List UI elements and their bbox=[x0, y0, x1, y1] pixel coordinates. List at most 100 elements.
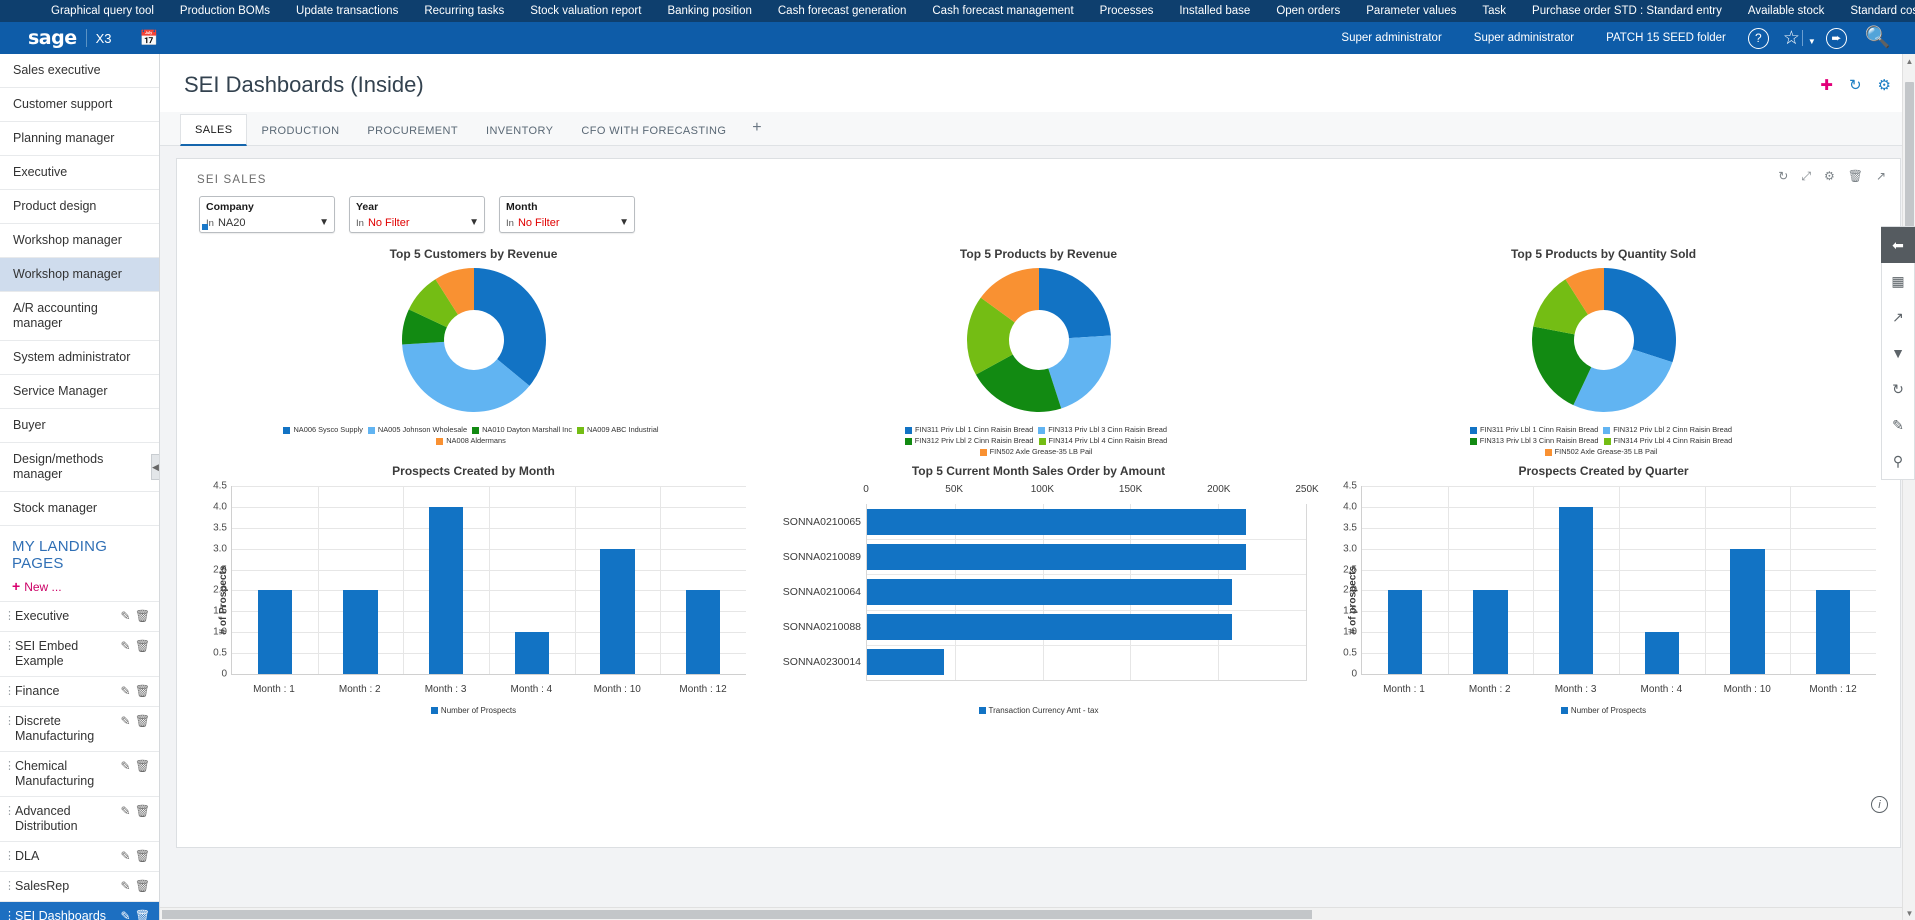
horizontal-scrollbar[interactable] bbox=[160, 907, 1902, 920]
eyedropper-icon[interactable]: ⚲ bbox=[1881, 443, 1915, 479]
landing-page-item[interactable]: ⋮Executive✎🗑 bbox=[0, 602, 159, 632]
drag-handle-icon[interactable]: ⋮ bbox=[4, 714, 15, 728]
bar-slot[interactable] bbox=[1705, 486, 1791, 674]
pencil-icon[interactable]: ✎ bbox=[117, 759, 134, 773]
top-menu-item-2[interactable]: Update transactions bbox=[283, 0, 411, 22]
bar-row[interactable]: SONNA0210088 bbox=[867, 614, 1306, 640]
bar[interactable] bbox=[1645, 632, 1679, 674]
sidebar-role-sales-executive[interactable]: Sales executive bbox=[0, 54, 159, 88]
info-icon[interactable]: i bbox=[1871, 796, 1888, 813]
trash-icon[interactable]: 🗑 bbox=[134, 804, 151, 818]
scroll-down-arrow[interactable]: ▼ bbox=[1903, 906, 1915, 920]
sidebar-role-buyer[interactable]: Buyer bbox=[0, 409, 159, 443]
chevron-down-icon[interactable]: ▼ bbox=[469, 217, 479, 228]
drag-handle-icon[interactable]: ⋮ bbox=[4, 759, 15, 773]
bar[interactable] bbox=[1388, 590, 1422, 674]
sidebar-role-workshop-manager[interactable]: Workshop manager bbox=[0, 258, 159, 292]
drag-handle-icon[interactable]: ⋮ bbox=[4, 909, 15, 920]
bar-row[interactable]: SONNA0230014 bbox=[867, 649, 1306, 675]
top-menu-item-6[interactable]: Cash forecast generation bbox=[765, 0, 920, 22]
chevron-down-icon[interactable]: ▼ bbox=[619, 217, 629, 228]
refresh-icon[interactable]: ↻ bbox=[1778, 169, 1788, 184]
trash-icon[interactable]: 🗑 bbox=[134, 684, 151, 698]
bar-slot[interactable] bbox=[575, 486, 661, 674]
calendar-icon[interactable]: 📅 bbox=[140, 29, 159, 47]
top-menu-item-5[interactable]: Banking position bbox=[654, 0, 764, 22]
vertical-scrollbar[interactable]: ▲ ▼ bbox=[1902, 54, 1915, 920]
donut-chart[interactable] bbox=[756, 265, 1321, 415]
pencil-icon[interactable]: ✎ bbox=[117, 714, 134, 728]
refresh-cycle-icon[interactable]: ↻ bbox=[1881, 371, 1915, 407]
bar[interactable] bbox=[867, 509, 1246, 535]
bar[interactable] bbox=[867, 649, 944, 675]
sidebar-collapse-handle[interactable]: ◀ bbox=[151, 454, 160, 480]
tab-cfo-with-forecasting[interactable]: CFO WITH FORECASTING bbox=[567, 116, 740, 145]
top-menu-item-0[interactable]: Graphical query tool bbox=[38, 0, 167, 22]
sidebar-role-service-manager[interactable]: Service Manager bbox=[0, 375, 159, 409]
bar-slot[interactable] bbox=[1448, 486, 1534, 674]
bar[interactable] bbox=[1816, 590, 1850, 674]
user-name-label[interactable]: Super administrator bbox=[1458, 32, 1590, 44]
tab-procurement[interactable]: PROCUREMENT bbox=[353, 116, 472, 145]
bar[interactable] bbox=[600, 549, 634, 674]
landing-page-item[interactable]: ⋮DLA✎🗑 bbox=[0, 842, 159, 872]
sidebar-role-planning-manager[interactable]: Planning manager bbox=[0, 122, 159, 156]
sidebar-role-executive[interactable]: Executive bbox=[0, 156, 159, 190]
drag-handle-icon[interactable]: ⋮ bbox=[4, 639, 15, 653]
tab-production[interactable]: PRODUCTION bbox=[247, 116, 353, 145]
bar-slot[interactable] bbox=[1533, 486, 1619, 674]
filter-company[interactable]: CompanyInNA20▼ bbox=[199, 196, 335, 233]
sidebar-role-workshop-manager[interactable]: Workshop manager bbox=[0, 224, 159, 258]
share-icon[interactable]: ↗ bbox=[1881, 299, 1915, 335]
bar-row[interactable]: SONNA0210064 bbox=[867, 579, 1306, 605]
filter-year[interactable]: YearInNo Filter▼ bbox=[349, 196, 485, 233]
add-tab-button[interactable]: + bbox=[740, 115, 774, 145]
pencil-icon[interactable]: ✎ bbox=[117, 684, 134, 698]
bar-slot[interactable] bbox=[1362, 486, 1448, 674]
tab-sales[interactable]: SALES bbox=[180, 114, 247, 146]
top-menu-item-1[interactable]: Production BOMs bbox=[167, 0, 283, 22]
compass-icon[interactable]: ➨ bbox=[1826, 28, 1847, 49]
bar-slot[interactable] bbox=[660, 486, 746, 674]
trash-icon[interactable]: 🗑 bbox=[134, 849, 151, 863]
filter-icon[interactable]: ▼ bbox=[1881, 335, 1915, 371]
trash-icon[interactable]: 🗑 bbox=[134, 639, 151, 653]
top-menu-item-14[interactable]: Available stock bbox=[1735, 0, 1838, 22]
search-icon[interactable]: 🔍 bbox=[1865, 26, 1891, 50]
scroll-up-arrow[interactable]: ▲ bbox=[1903, 54, 1915, 68]
chevron-down-icon[interactable]: ▼ bbox=[319, 217, 329, 228]
bar[interactable] bbox=[1473, 590, 1507, 674]
bar[interactable] bbox=[343, 590, 377, 674]
help-icon[interactable]: ? bbox=[1748, 28, 1769, 49]
trash-icon[interactable]: 🗑 bbox=[1848, 169, 1863, 184]
bar-slot[interactable] bbox=[403, 486, 489, 674]
pencil-icon[interactable]: ✎ bbox=[117, 609, 134, 623]
landing-page-item[interactable]: ⋮Discrete Manufacturing✎🗑 bbox=[0, 707, 159, 752]
sidebar-role-stock-manager[interactable]: Stock manager bbox=[0, 492, 159, 526]
top-menu-item-15[interactable]: Standard costs bbox=[1837, 0, 1915, 22]
trash-icon[interactable]: 🗑 bbox=[134, 759, 151, 773]
bar-slot[interactable] bbox=[232, 486, 318, 674]
filter-month[interactable]: MonthInNo Filter▼ bbox=[499, 196, 635, 233]
bar-row[interactable]: SONNA0210065 bbox=[867, 509, 1306, 535]
bar[interactable] bbox=[1559, 507, 1593, 674]
bar[interactable] bbox=[258, 590, 292, 674]
trash-icon[interactable]: 🗑 bbox=[134, 909, 151, 920]
pencil-icon[interactable]: ✎ bbox=[117, 849, 134, 863]
bar[interactable] bbox=[867, 579, 1232, 605]
bar-slot[interactable] bbox=[489, 486, 575, 674]
landing-page-item[interactable]: ⋮Finance✎🗑 bbox=[0, 677, 159, 707]
drag-handle-icon[interactable]: ⋮ bbox=[4, 609, 15, 623]
donut-chart[interactable] bbox=[1321, 265, 1886, 415]
bar[interactable] bbox=[1730, 549, 1764, 674]
grid-icon[interactable]: ▦ bbox=[1881, 263, 1915, 299]
pencil-icon[interactable]: ✎ bbox=[117, 909, 134, 920]
sidebar-role-customer-support[interactable]: Customer support bbox=[0, 88, 159, 122]
tab-inventory[interactable]: INVENTORY bbox=[472, 116, 567, 145]
landing-page-item[interactable]: ⋮SEI Dashboards✎🗑 bbox=[0, 902, 159, 920]
landing-page-item[interactable]: ⋮SalesRep✎🗑 bbox=[0, 872, 159, 902]
top-menu-item-4[interactable]: Stock valuation report bbox=[517, 0, 654, 22]
top-menu-item-10[interactable]: Open orders bbox=[1263, 0, 1353, 22]
bar-row[interactable]: SONNA0210089 bbox=[867, 544, 1306, 570]
horizontal-scroll-thumb[interactable] bbox=[162, 910, 1312, 919]
